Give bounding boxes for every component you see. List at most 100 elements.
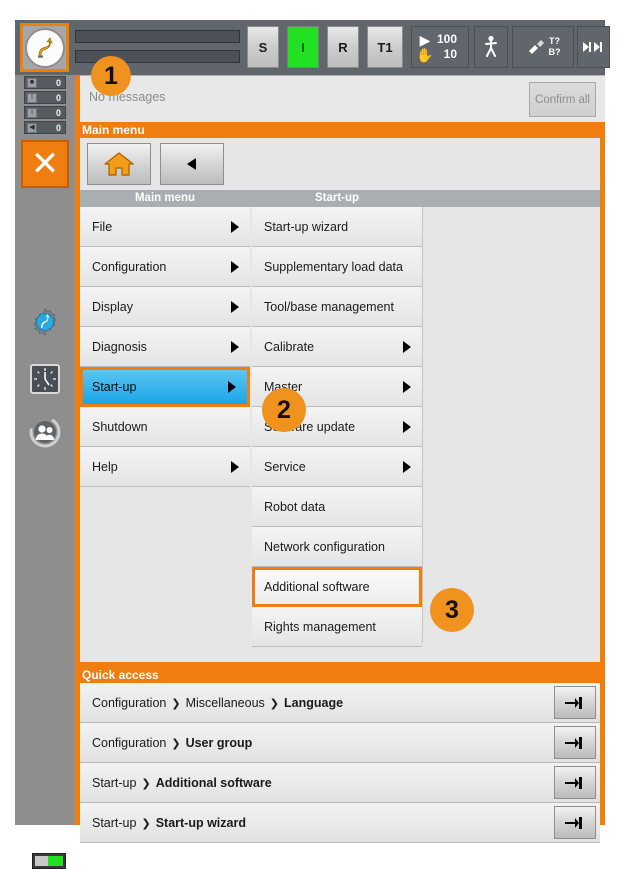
- submenu-arrow-icon: [231, 340, 239, 353]
- menu-item-rights-management[interactable]: Rights management: [252, 607, 422, 647]
- column-header-start-up: Start-up: [314, 192, 360, 204]
- menu-item-network-configuration[interactable]: Network configuration: [252, 527, 422, 567]
- quick-access-panel: Quick access Configuration ❯ Miscellaneous…: [75, 667, 605, 843]
- path-separator-icon: ❯: [269, 697, 280, 710]
- menu-item-service[interactable]: Service: [252, 447, 422, 487]
- menu-item-label: Display: [92, 299, 133, 314]
- drives-ready-button[interactable]: I: [287, 26, 319, 68]
- menu-item-label: Tool/base management: [264, 299, 394, 314]
- pin-button[interactable]: [554, 686, 596, 719]
- menu-column-empty: [422, 207, 595, 643]
- battery-icon: [32, 853, 66, 869]
- menu-item-label: Service: [264, 459, 306, 474]
- callout-badge-3: 3: [430, 588, 474, 632]
- menu-item-diagnosis[interactable]: Diagnosis: [80, 327, 250, 367]
- counter-warning-messages[interactable]: ! 0: [24, 91, 66, 104]
- back-button[interactable]: [160, 143, 224, 185]
- user-group-icon[interactable]: [28, 415, 62, 449]
- smarthmi-device: S I R T1 ▶ ✋ 100 10 T? B? No messages Co…: [0, 0, 620, 869]
- menu-item-configuration[interactable]: Configuration: [80, 247, 250, 287]
- menu-item-label: File: [92, 219, 113, 234]
- quick-access-row[interactable]: Configuration ❯ User group: [80, 723, 600, 763]
- menu-item-label: Configuration: [92, 259, 167, 274]
- info-message-icon: i: [27, 107, 37, 118]
- quick-access-panel-title: Quick access: [82, 668, 159, 682]
- operating-mode-button[interactable]: T1: [367, 26, 403, 68]
- submit-interpreter-button[interactable]: S: [247, 26, 279, 68]
- clock-icon[interactable]: [28, 362, 62, 396]
- path-separator-icon: ❯: [171, 737, 181, 750]
- home-button[interactable]: [87, 143, 151, 185]
- quick-access-row[interactable]: Start-up ❯ Additional software: [80, 763, 600, 803]
- path-separator-icon: ❯: [141, 777, 151, 790]
- quick-access-row[interactable]: Configuration ❯ Miscellaneous ❯ Language: [80, 683, 600, 723]
- counter-info-messages[interactable]: i 0: [24, 106, 66, 119]
- menu-item-calibrate[interactable]: Calibrate: [252, 327, 422, 367]
- callout-badge-2: 2: [262, 388, 306, 432]
- quick-access-path: Configuration ❯ Miscellaneous ❯ Language: [92, 696, 343, 710]
- path-separator-icon: ❯: [141, 817, 151, 830]
- left-sidebar: ■ 0 ! 0 i 0 ◀ 0 ✕: [15, 75, 75, 869]
- callout-badge-1: 1: [91, 56, 131, 96]
- column-header-main-menu: Main menu: [134, 192, 196, 204]
- pin-button[interactable]: [554, 766, 596, 799]
- quick-access-path: Start-up ❯ Start-up wizard: [92, 816, 246, 830]
- robot-interpreter-button[interactable]: R: [327, 26, 359, 68]
- menu-item-file[interactable]: File: [80, 207, 250, 247]
- home-icon: [104, 152, 134, 176]
- pin-button[interactable]: [554, 806, 596, 839]
- hand-icon: ✋: [416, 46, 434, 63]
- menu-item-label: Network configuration: [264, 539, 385, 554]
- menu-item-start-up-wizard[interactable]: Start-up wizard: [252, 207, 422, 247]
- menu-column-headers: Main menu Start-up: [80, 190, 600, 207]
- play-icon: ▶: [419, 31, 431, 48]
- menu-item-start-up[interactable]: Start-up: [80, 367, 250, 407]
- menu-item-help[interactable]: Help: [80, 447, 250, 487]
- menu-item-label: Help: [92, 459, 118, 474]
- robot-settings-icon[interactable]: [28, 305, 62, 339]
- quick-access-row[interactable]: Start-up ❯ Start-up wizard: [80, 803, 600, 843]
- confirm-all-button[interactable]: Confirm all: [529, 82, 596, 117]
- menu-item-shutdown[interactable]: Shutdown: [80, 407, 250, 447]
- menu-item-label: Diagnosis: [92, 339, 147, 354]
- walk-figure-icon[interactable]: [474, 26, 508, 68]
- pin-button[interactable]: [554, 726, 596, 759]
- menu-item-robot-data[interactable]: Robot data: [252, 487, 422, 527]
- tool-gripper-icon: [528, 40, 544, 54]
- submenu-arrow-icon: [231, 260, 239, 273]
- pin-icon: [565, 736, 582, 749]
- increment-step-icon[interactable]: [577, 26, 610, 68]
- close-button[interactable]: ✕: [21, 140, 69, 188]
- menu-item-display[interactable]: Display: [80, 287, 250, 327]
- submenu-arrow-icon: [403, 460, 411, 473]
- base-label: B?: [548, 47, 561, 57]
- submenu-arrow-icon: [403, 420, 411, 433]
- menu-item-label: Rights management: [264, 619, 376, 634]
- menu-item-label: Start-up: [92, 380, 137, 394]
- menu-navigation-bar: [80, 138, 600, 190]
- menu-item-tool-base-management[interactable]: Tool/base management: [252, 287, 422, 327]
- override-display[interactable]: ▶ ✋ 100 10: [411, 26, 469, 68]
- pin-icon: [565, 776, 582, 789]
- menu-item-label: Additional software: [264, 580, 370, 594]
- counter-wait-messages[interactable]: ◀ 0: [24, 121, 66, 134]
- pin-icon: [565, 816, 582, 829]
- quick-access-path-segment: Start-up: [92, 815, 137, 830]
- menu-item-label: Calibrate: [264, 339, 315, 354]
- menu-item-additional-software[interactable]: Additional software: [252, 567, 422, 607]
- program-override-slider[interactable]: [75, 30, 240, 43]
- quick-access-path-segment: Configuration: [92, 695, 167, 710]
- main-menu-key[interactable]: [20, 23, 69, 72]
- quick-access-path: Start-up ❯ Additional software: [92, 776, 272, 790]
- tool-base-button[interactable]: T? B?: [512, 26, 574, 68]
- quick-access-list: Configuration ❯ Miscellaneous ❯ Language Conf…: [80, 683, 600, 843]
- message-window[interactable]: No messages Confirm all: [75, 75, 605, 123]
- path-separator-icon: ❯: [171, 697, 181, 710]
- quick-access-path-segment: Miscellaneous: [185, 695, 265, 710]
- submenu-arrow-icon: [231, 460, 239, 473]
- menu-item-label: Start-up wizard: [264, 219, 349, 234]
- counter-ack-messages[interactable]: ■ 0: [24, 76, 66, 89]
- main-menu-panel: Main menu Main menu Start-up File Config…: [75, 122, 605, 667]
- menu-item-supplementary-load-data[interactable]: Supplementary load data: [252, 247, 422, 287]
- quick-access-target: Start-up wizard: [155, 815, 246, 830]
